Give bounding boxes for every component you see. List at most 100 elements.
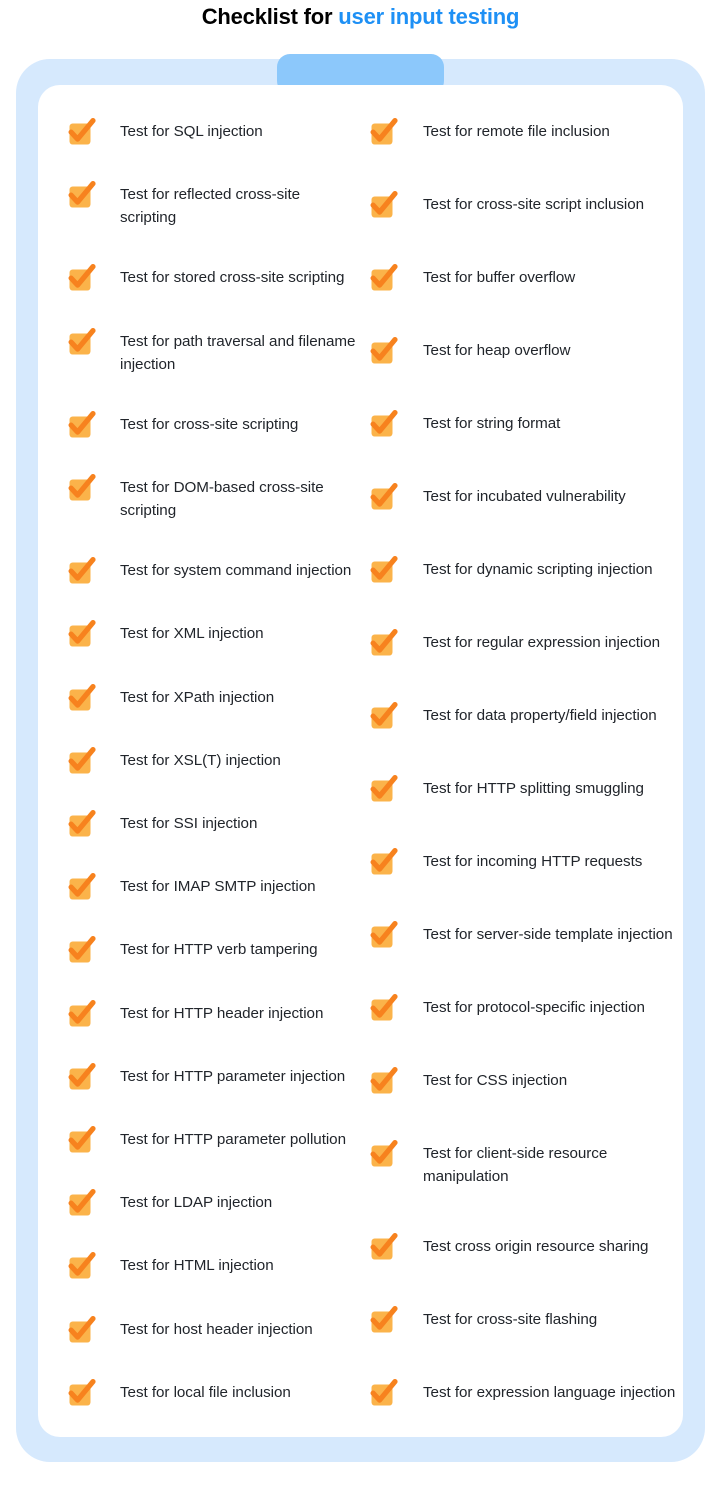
checkmark-icon <box>68 118 96 146</box>
checklist-item-label: Test for client-side resource manipulati… <box>423 1145 608 1185</box>
checkmark-icon <box>68 873 96 901</box>
checklist-item[interactable]: Test for incoming HTTP requests <box>370 848 679 876</box>
checklist-item[interactable]: Test for system command injection <box>68 557 357 585</box>
checklist-item[interactable]: Test for stored cross-site scripting <box>68 264 357 292</box>
checklist-item[interactable]: Test for HTTP parameter pollution <box>68 1126 357 1154</box>
checklist-item[interactable]: Test for HTML injection <box>68 1252 357 1280</box>
checkmark-icon <box>68 1062 96 1091</box>
checkmark-icon <box>370 702 398 730</box>
checklist-item-label: Test for DOM-based cross-site scripting <box>120 479 324 520</box>
checklist-item[interactable]: Test for server-side template injection <box>370 921 679 949</box>
checklist-item[interactable]: Test for expression language injection <box>370 1379 679 1407</box>
checklist-item[interactable]: Test for HTTP splitting smuggling <box>370 775 679 803</box>
checklist-item[interactable]: Test for SSI injection <box>68 810 357 838</box>
checkmark-icon <box>68 1378 96 1407</box>
checkmark-icon <box>370 1233 398 1261</box>
checklist-item[interactable]: Test for data property/field injection <box>370 702 679 730</box>
checklist-item-label: Test for XPath injection <box>120 688 275 706</box>
checklist-item[interactable]: Test for XSL(T) injection <box>68 746 357 775</box>
checklist-item-label: Test for reflected cross-site scripting <box>120 186 301 227</box>
checklist-item[interactable]: Test for regular expression injection <box>370 629 679 657</box>
checklist-item[interactable]: Test for CSS injection <box>370 1067 679 1095</box>
checklist-item[interactable]: Test for heap overflow <box>370 337 679 365</box>
checkmark-icon <box>68 620 96 648</box>
checklist-column-left: Test for SQL injection Test for reflected… <box>38 118 361 1407</box>
checklist-item-label: Test for HTTP parameter pollution <box>120 1131 346 1149</box>
checkmark-icon <box>68 327 96 356</box>
checklist-item-label: Test for system command injection <box>120 562 352 580</box>
checkmark-icon <box>370 410 398 438</box>
checklist-item[interactable]: Test for XPath injection <box>68 683 357 712</box>
checklist-item-label: Test for heap overflow <box>423 342 571 359</box>
page-title: Checklist for user input testing <box>0 4 721 30</box>
checklist-item[interactable]: Test for client-side resource manipulati… <box>370 1140 679 1188</box>
checklist-item[interactable]: Test for reflected cross-site scripting <box>68 181 357 229</box>
checklist-item[interactable]: Test for incubated vulnerability <box>370 483 679 511</box>
checklist-item-label: Test for HTML injection <box>120 1257 274 1275</box>
checkmark-icon <box>370 337 398 365</box>
checkmark-icon <box>68 999 96 1028</box>
checklist-item-label: Test for IMAP SMTP injection <box>120 878 316 896</box>
checkmark-icon <box>370 775 398 803</box>
checklist-item[interactable]: Test for local file inclusion <box>68 1378 357 1407</box>
page-title-accent: user input testing <box>338 4 520 29</box>
checkmark-icon <box>68 683 96 712</box>
checklist-item-label: Test for cross-site script inclusion <box>423 196 645 213</box>
checkmark-icon <box>370 191 398 219</box>
checklist-item[interactable]: Test for HTTP header injection <box>68 999 357 1028</box>
checklist-columns: Test for SQL injection Test for reflected… <box>38 85 683 1437</box>
checklist-item[interactable]: Test for buffer overflow <box>370 264 679 292</box>
checkmark-icon <box>68 1126 96 1154</box>
checkmark-icon <box>68 410 96 439</box>
checklist-item[interactable]: Test for HTTP verb tampering <box>68 936 357 964</box>
checkmark-icon <box>370 264 398 292</box>
checklist-column-right: Test for remote file inclusion Test for c… <box>361 118 683 1407</box>
checklist-item-label: Test for server-side template injection <box>423 926 673 943</box>
checklist-item-label: Test for incoming HTTP requests <box>423 853 643 870</box>
checklist-item[interactable]: Test for XML injection <box>68 620 357 648</box>
checklist-item-label: Test for stored cross-site scripting <box>120 269 345 287</box>
checklist-item-label: Test for HTTP parameter injection <box>120 1067 346 1085</box>
checklist-item-label: Test for cross-site flashing <box>423 1311 598 1328</box>
checklist-item[interactable]: Test for cross-site scripting <box>68 410 357 439</box>
checklist-item[interactable]: Test for host header injection <box>68 1315 357 1344</box>
checklist-item-label: Test for protocol-specific injection <box>423 999 645 1016</box>
checklist-item[interactable]: Test for DOM-based cross-site scripting <box>68 474 357 522</box>
checklist-item[interactable]: Test for SQL injection <box>68 118 357 146</box>
checklist-item[interactable]: Test for path traversal and filename inj… <box>68 327 357 376</box>
checkmark-icon <box>370 1067 398 1095</box>
checklist-item-label: Test for expression language injection <box>423 1384 676 1401</box>
checklist-item[interactable]: Test for LDAP injection <box>68 1189 357 1217</box>
checklist-item-label: Test for HTTP header injection <box>120 1004 324 1022</box>
checkmark-icon <box>370 848 398 876</box>
checkmark-icon <box>68 810 96 838</box>
checklist-item-label: Test for CSS injection <box>423 1072 568 1089</box>
checklist-item[interactable]: Test for protocol-specific injection <box>370 994 679 1022</box>
checklist-item-label: Test for XSL(T) injection <box>120 751 281 769</box>
checklist-item[interactable]: Test for dynamic scripting injection <box>370 556 679 584</box>
checklist-item-label: Test for path traversal and filename inj… <box>120 332 356 373</box>
checkmark-icon <box>68 746 96 775</box>
checkmark-icon <box>370 483 398 511</box>
checkmark-icon <box>68 264 96 292</box>
checklist-item[interactable]: Test for IMAP SMTP injection <box>68 873 357 901</box>
checkmark-icon <box>370 629 398 657</box>
checklist-item-label: Test for local file inclusion <box>120 1383 291 1401</box>
checklist-item-label: Test for regular expression injection <box>423 634 661 651</box>
checkmark-icon <box>370 994 398 1022</box>
checkmark-icon <box>370 921 398 949</box>
checklist-item[interactable]: Test for string format <box>370 410 679 438</box>
checklist-item-label: Test cross origin resource sharing <box>423 1238 649 1255</box>
checklist-item-label: Test for SQL injection <box>120 123 263 140</box>
checkmark-icon <box>68 1189 96 1217</box>
checklist-item[interactable]: Test for HTTP parameter injection <box>68 1062 357 1091</box>
checkmark-icon <box>68 1315 96 1344</box>
checklist-item[interactable]: Test for remote file inclusion <box>370 118 679 146</box>
checklist-item[interactable]: Test for cross-site flashing <box>370 1306 679 1334</box>
checklist-item[interactable]: Test for cross-site script inclusion <box>370 191 679 219</box>
checklist-item-label: Test for incubated vulnerability <box>423 488 626 505</box>
checklist-item[interactable]: Test cross origin resource sharing <box>370 1233 679 1261</box>
checklist-item-label: Test for cross-site scripting <box>120 415 299 433</box>
checkmark-icon <box>370 1140 398 1168</box>
checklist-item-label: Test for string format <box>423 415 561 432</box>
